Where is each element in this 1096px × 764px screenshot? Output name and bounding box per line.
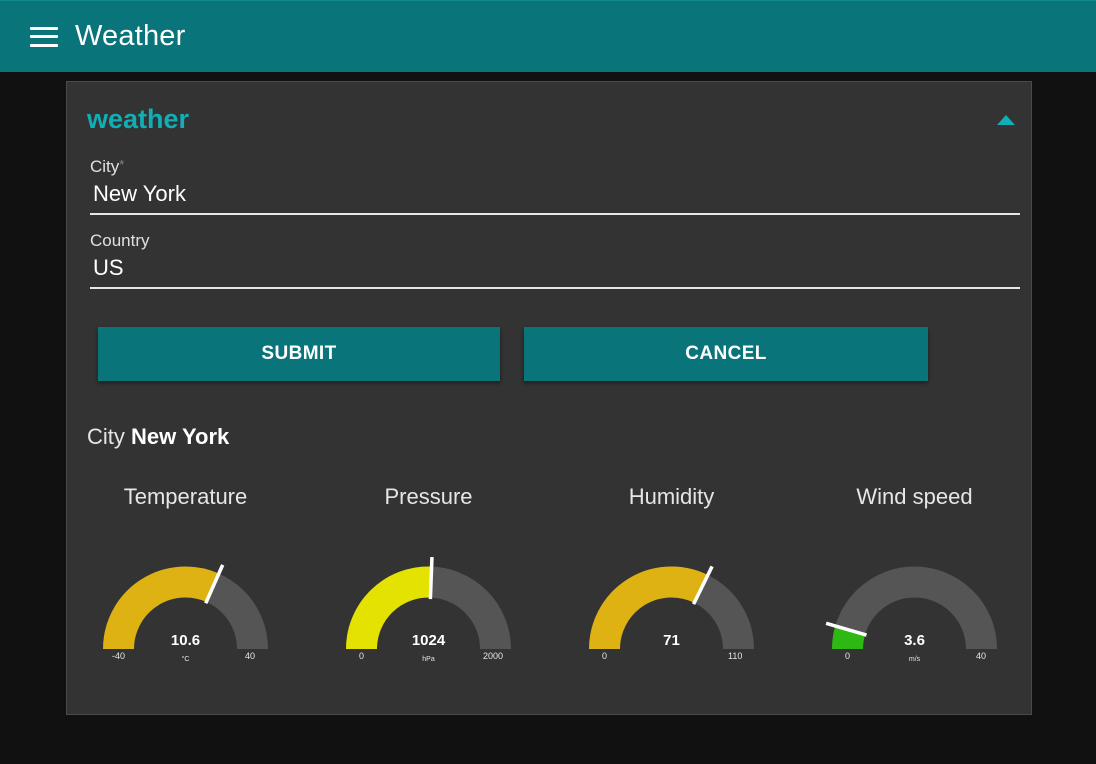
gauge-max-label: 110 [728, 651, 743, 661]
result-city-line: City New York [87, 424, 229, 450]
app-title: Weather [75, 20, 186, 52]
weather-group-card: weather City* Country SUBMIT CANCEL City… [66, 81, 1032, 715]
hamburger-menu-icon[interactable] [30, 26, 58, 47]
gauge-value: 1024 [411, 632, 446, 649]
required-mark: * [119, 157, 125, 172]
country-input[interactable] [90, 251, 1020, 289]
gauge-pressure: Pressure 0 2000 1024 hPa [307, 484, 550, 684]
gauge-title: Temperature [123, 484, 248, 509]
gauge-title: Humidity [628, 484, 715, 509]
country-label: Country [90, 231, 150, 250]
collapse-up-icon[interactable] [997, 115, 1015, 125]
gauge-humidity: Humidity 0 110 71 [550, 484, 793, 684]
top-app-bar: Weather [0, 0, 1096, 72]
gauge-unit: hPa [422, 656, 435, 663]
gauge-unit: °C [181, 656, 190, 663]
group-title: weather [87, 104, 190, 134]
cancel-button[interactable]: CANCEL [524, 327, 928, 381]
city-field-label-row: City* [90, 157, 1020, 177]
country-field: Country [90, 231, 1020, 289]
result-city-name: New York [131, 424, 230, 449]
gauge-wind-speed: Wind speed 0 40 3.6 m/s [793, 484, 1036, 684]
gauge-unit: m/s [908, 656, 921, 663]
gauge-dial [589, 565, 754, 650]
result-city-prefix: City [87, 424, 125, 449]
city-input[interactable] [90, 177, 1020, 215]
gauge-title: Wind speed [856, 484, 973, 509]
gauge-temperature: Temperature -40 40 10.6 °C [64, 484, 307, 684]
gauge-value: 3.6 [904, 632, 925, 649]
gauge-value: 10.6 [170, 632, 201, 649]
submit-button[interactable]: SUBMIT [98, 327, 500, 381]
city-field: City* [90, 157, 1020, 215]
city-label: City [90, 157, 120, 176]
gauge-title: Pressure [384, 484, 473, 509]
gauge-needle [428, 556, 434, 600]
gauge-value: 71 [663, 632, 680, 649]
gauge-min-label: 0 [602, 651, 608, 661]
